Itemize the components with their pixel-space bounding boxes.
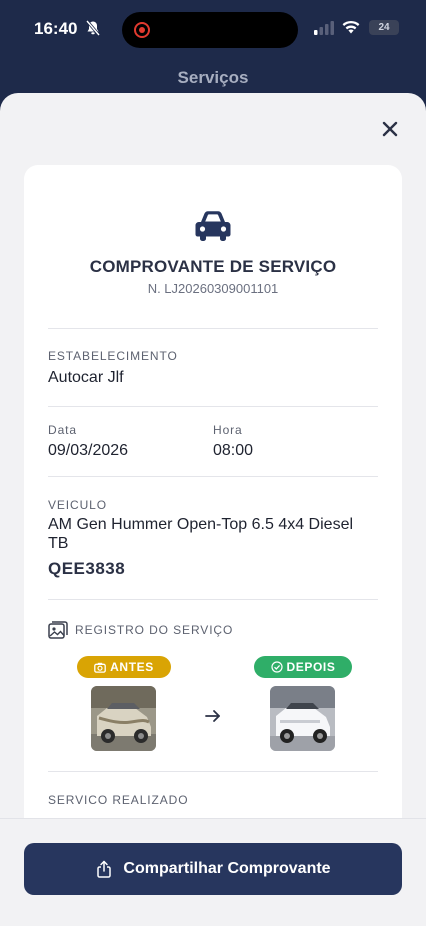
- establishment-value: Autocar Jlf: [48, 369, 124, 386]
- divider: [48, 771, 378, 772]
- car-icon: [195, 211, 231, 241]
- wifi-icon: [342, 20, 360, 34]
- divider: [48, 476, 378, 477]
- after-label: DEPOIS: [286, 660, 336, 674]
- status-bar: 16:40 24: [0, 0, 426, 58]
- after-badge: DEPOIS: [254, 656, 352, 678]
- before-badge: ANTES: [77, 656, 171, 678]
- share-receipt-button[interactable]: Compartilhar Comprovante: [24, 843, 402, 895]
- vehicle-model-suffix: TB: [48, 535, 69, 552]
- close-icon[interactable]: [378, 117, 402, 141]
- status-time: 16:40: [34, 19, 78, 38]
- date-label: Data: [48, 423, 77, 437]
- share-button-label: Compartilhar Comprovante: [123, 860, 331, 877]
- battery-indicator: 24: [369, 20, 399, 35]
- divider: [48, 406, 378, 407]
- share-icon: [97, 860, 112, 878]
- establishment-label: ESTABELECIMENTO: [48, 349, 178, 363]
- check-circle-icon: [270, 661, 283, 673]
- divider: [48, 328, 378, 329]
- after-photo[interactable]: [270, 686, 335, 751]
- before-label: ANTES: [110, 660, 154, 674]
- camera-icon: [94, 662, 107, 673]
- vehicle-plate: QEE3838: [48, 559, 126, 578]
- service-record-label: REGISTRO DO SERVIÇO: [75, 623, 234, 637]
- service-performed-label: SERVICO REALIZADO: [48, 793, 189, 807]
- receipt-title: COMPROVANTE DE SERVIÇO: [89, 257, 337, 276]
- before-photo[interactable]: [91, 686, 156, 751]
- page-title: Serviços: [177, 68, 249, 87]
- recording-icon: [134, 22, 150, 38]
- vehicle-label: VEICULO: [48, 498, 107, 512]
- time-value: 08:00: [213, 442, 254, 459]
- signal-icon: [314, 21, 334, 35]
- time-label: Hora: [213, 423, 243, 437]
- gallery-icon: [48, 621, 68, 639]
- divider: [48, 599, 378, 600]
- date-value: 09/03/2026: [48, 442, 129, 459]
- receipt-number: N. LJ20260309001101: [147, 281, 279, 296]
- bell-off-icon: [86, 20, 100, 36]
- receipt-card: COMPROVANTE DE SERVIÇO N. LJ202603090011…: [24, 165, 402, 845]
- vehicle-model: AM Gen Hummer Open-Top 6.5 4x4 Diesel: [48, 516, 354, 533]
- arrow-right-icon: [205, 710, 220, 722]
- dynamic-island: [122, 12, 298, 48]
- bottom-action-bar: Compartilhar Comprovante: [0, 818, 426, 926]
